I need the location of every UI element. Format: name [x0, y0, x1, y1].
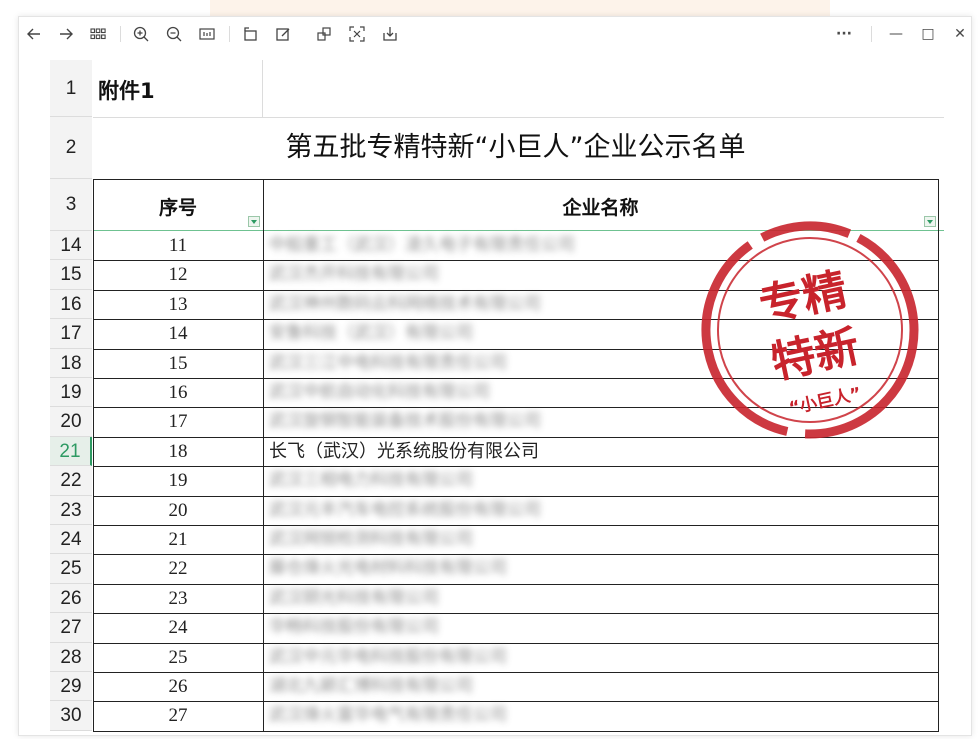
- seq-cell: 25: [168, 646, 188, 668]
- edit-icon[interactable]: [272, 23, 294, 45]
- seq-cell: 20: [168, 499, 188, 521]
- seq-cell: 23: [168, 587, 188, 609]
- ocr-scan-icon[interactable]: [346, 23, 368, 45]
- seq-cell: 14: [168, 323, 188, 345]
- back-arrow-icon[interactable]: [23, 23, 45, 45]
- seq-cell: 11: [168, 235, 188, 256]
- row-header: 27: [50, 613, 92, 643]
- column-header-name: 企业名称: [562, 197, 639, 219]
- row-header: 19: [50, 378, 92, 408]
- row-header: 3: [50, 179, 92, 231]
- company-name-cell: 武汉旋钢智能装备技术股份有限公司: [269, 411, 541, 432]
- seq-cell: 13: [168, 293, 188, 315]
- company-name-cell: 华畅科技股份有限公司: [269, 617, 439, 638]
- seq-cell: 12: [168, 264, 188, 286]
- close-button[interactable]: ✕: [949, 23, 971, 45]
- row-header: 21: [50, 436, 92, 467]
- rotate-icon[interactable]: [239, 23, 261, 45]
- row-header: 30: [50, 701, 92, 731]
- company-name-cell: 安鲁科技（武汉）有限公司: [269, 323, 473, 344]
- row-header: 1: [50, 60, 92, 117]
- company-name-cell: 武汉三江中电科技有限责任公司: [269, 352, 507, 373]
- seq-cell: 21: [168, 529, 188, 550]
- row-header: 22: [50, 466, 92, 496]
- company-name-cell: 长飞（武汉）光系统股份有限公司: [269, 440, 539, 462]
- sheet-title: 第五批专精特新“小巨人”企业公示名单: [285, 132, 746, 163]
- seq-cell: 27: [168, 705, 188, 727]
- minimize-button[interactable]: —: [885, 23, 907, 45]
- company-name-cell: 武汉中航自动化科技有限公司: [269, 382, 490, 402]
- actual-size-icon[interactable]: [196, 23, 218, 45]
- company-name-cell: 湖北九颖汇博科技有限公司: [269, 676, 473, 696]
- row-header: 17: [50, 319, 92, 349]
- row-header: 18: [50, 348, 92, 378]
- maximize-button[interactable]: □: [917, 23, 939, 45]
- grid-line: [93, 730, 938, 732]
- seq-cell: 17: [168, 411, 188, 433]
- filter-dropdown-icon[interactable]: [924, 216, 936, 227]
- row-header: 25: [50, 554, 92, 584]
- company-name-cell: 武汉网锐检测科技有限公司: [269, 529, 473, 549]
- top-highlight: [210, 0, 830, 16]
- company-name-cell: 武汉三相电力科技有限公司: [269, 470, 473, 491]
- row-header: 24: [50, 525, 92, 555]
- company-name-cell: 武汉神州数码云科网络技术有限公司: [269, 293, 541, 314]
- company-name-cell: 武汉烽火富华电气有限责任公司: [269, 705, 507, 726]
- company-name-cell: 中船重工（武汉）凌久电子有限责任公司: [269, 235, 575, 255]
- copy-icon[interactable]: [313, 23, 335, 45]
- stamp-line-1: 专精: [755, 264, 852, 332]
- company-name-cell: 武汉中元华电科技股份有限公司: [269, 646, 507, 667]
- zhuanjing-texin-stamp: 专精 特新 “小巨人”: [690, 210, 930, 450]
- row-header: 20: [50, 407, 92, 437]
- company-name-cell: 武汉元丰汽车电控系统股份有限公司: [269, 499, 541, 520]
- seq-cell: 18: [168, 440, 188, 462]
- row-header: 2: [50, 117, 92, 179]
- zoom-in-icon[interactable]: [130, 23, 152, 45]
- company-name-cell: 武汉杰开科技有限公司: [269, 264, 439, 285]
- row-header: 16: [50, 289, 92, 320]
- forward-arrow-icon[interactable]: [55, 23, 77, 45]
- stamp-bottom-text: “小巨人”: [787, 384, 863, 419]
- row-header: 15: [50, 260, 92, 290]
- filter-dropdown-icon[interactable]: [248, 216, 260, 227]
- row-header: 23: [50, 495, 92, 525]
- image-viewer-window: ··· — □ ✕ 1 2 3 附件1 第五批专精特新“小巨人”企业公示名单 序…: [18, 16, 972, 736]
- toolbar: ··· — □ ✕: [19, 17, 971, 51]
- company-name-cell: 武汉颐光科技有限公司: [269, 587, 439, 608]
- attachment-label: 附件1: [98, 79, 155, 103]
- seq-cell: 26: [168, 676, 188, 697]
- download-icon[interactable]: [379, 23, 401, 45]
- seq-cell: 22: [168, 558, 188, 580]
- column-header-seq: 序号: [158, 197, 197, 219]
- seq-cell: 24: [168, 617, 188, 639]
- row-header: 28: [50, 642, 92, 672]
- seq-cell: 19: [168, 470, 188, 492]
- seq-cell: 16: [168, 382, 188, 403]
- row-header: 26: [50, 583, 92, 614]
- more-menu-button[interactable]: ···: [833, 23, 855, 45]
- zoom-out-icon[interactable]: [163, 23, 185, 45]
- company-name-cell: 藤仓烽火光电材料科技有限公司: [269, 558, 507, 579]
- grid-view-icon[interactable]: [87, 23, 109, 45]
- row-header: 29: [50, 672, 92, 702]
- spreadsheet-image: 1 2 3 附件1 第五批专精特新“小巨人”企业公示名单 序号 企业名称 14 1…: [50, 60, 944, 732]
- seq-cell: 15: [168, 352, 188, 374]
- row-header: 14: [50, 231, 92, 261]
